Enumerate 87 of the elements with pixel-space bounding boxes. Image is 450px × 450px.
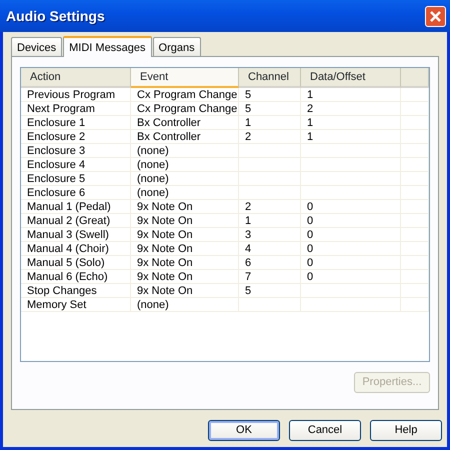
table-cell: 0 (301, 270, 401, 284)
table-cell: Bx Controller (131, 130, 239, 144)
empty-table-cell (401, 172, 429, 186)
table-cell: 3 (239, 228, 301, 242)
table-cell: 0 (301, 256, 401, 270)
column-header[interactable]: Event (131, 68, 239, 88)
table-cell: 9x Note On (131, 214, 239, 228)
table-cell: 9x Note On (131, 200, 239, 214)
empty-table-cell (239, 298, 301, 312)
empty-table-cell (401, 158, 429, 172)
table-cell: 9x Note On (131, 284, 239, 298)
table-cell: Stop Changes (21, 284, 131, 298)
empty-table-cell (401, 88, 429, 102)
table-cell: Enclosure 5 (21, 172, 131, 186)
table-cell: (none) (131, 172, 239, 186)
table-cell: Enclosure 6 (21, 186, 131, 200)
table-cell: 0 (301, 242, 401, 256)
tab[interactable]: Organs (152, 37, 201, 56)
empty-table-cell (239, 186, 301, 200)
table-cell: 2 (301, 102, 401, 116)
tab[interactable]: Devices (11, 37, 62, 56)
table-cell: 9x Note On (131, 256, 239, 270)
table-cell: 4 (239, 242, 301, 256)
empty-table-cell (239, 144, 301, 158)
empty-table-cell (401, 186, 429, 200)
empty-table-cell (401, 242, 429, 256)
empty-table-cell (401, 214, 429, 228)
table-cell: 0 (301, 214, 401, 228)
table-cell: 1 (301, 88, 401, 102)
empty-table-cell (401, 144, 429, 158)
empty-table-cell (401, 102, 429, 116)
table-cell: 5 (239, 284, 301, 298)
empty-table-cell (401, 200, 429, 214)
table-cell: Manual 1 (Pedal) (21, 200, 131, 214)
table-cell: Enclosure 1 (21, 116, 131, 130)
table-cell: 5 (239, 102, 301, 116)
dialog-button[interactable]: Help (370, 420, 442, 441)
empty-table-cell (401, 130, 429, 144)
table-cell: Memory Set (21, 298, 131, 312)
table-cell: 2 (239, 200, 301, 214)
close-icon (429, 10, 442, 22)
table-cell: 5 (239, 88, 301, 102)
empty-table-cell (239, 158, 301, 172)
table-cell: Bx Controller (131, 116, 239, 130)
table-cell: Manual 4 (Choir) (21, 242, 131, 256)
column-header[interactable]: Channel (239, 68, 301, 88)
tab[interactable]: MIDI Messages (63, 36, 152, 57)
empty-table-cell (401, 284, 429, 298)
table-cell: (none) (131, 158, 239, 172)
table-cell: Cx Program Change (131, 102, 239, 116)
column-header[interactable]: Data/Offset (301, 68, 401, 88)
empty-table-cell (401, 270, 429, 284)
close-button[interactable] (425, 6, 446, 26)
table-cell: 7 (239, 270, 301, 284)
table-cell: Enclosure 4 (21, 158, 131, 172)
table-cell: Cx Program Change (131, 88, 239, 102)
table-cell: 1 (239, 214, 301, 228)
column-header[interactable]: Action (21, 68, 131, 88)
table-cell: 2 (239, 130, 301, 144)
table-cell: Manual 3 (Swell) (21, 228, 131, 242)
table-cell: 9x Note On (131, 242, 239, 256)
table-cell: (none) (131, 144, 239, 158)
empty-table-cell (401, 116, 429, 130)
table-cell: Manual 2 (Great) (21, 214, 131, 228)
dialog-button[interactable]: OK (208, 420, 280, 441)
empty-table-cell (401, 256, 429, 270)
table-cell: Manual 5 (Solo) (21, 256, 131, 270)
table-cell: Next Program (21, 102, 131, 116)
table-cell: (none) (131, 298, 239, 312)
table-cell: 6 (239, 256, 301, 270)
table-cell: Manual 6 (Echo) (21, 270, 131, 284)
table-cell: Enclosure 2 (21, 130, 131, 144)
table-cell: 1 (301, 116, 401, 130)
table-cell: Previous Program (21, 88, 131, 102)
dialog-button[interactable]: Cancel (289, 420, 361, 441)
table-cell: 1 (239, 116, 301, 130)
table-cell: 0 (301, 228, 401, 242)
table-cell: (none) (131, 186, 239, 200)
table-cell: 9x Note On (131, 270, 239, 284)
table-cell: Enclosure 3 (21, 144, 131, 158)
table-cell: 0 (301, 200, 401, 214)
empty-table-cell (239, 172, 301, 186)
table-cell: 1 (301, 130, 401, 144)
empty-table-cell (401, 298, 429, 312)
empty-table-cell (401, 228, 429, 242)
window-title: Audio Settings (6, 6, 105, 26)
table-cell: 9x Note On (131, 228, 239, 242)
